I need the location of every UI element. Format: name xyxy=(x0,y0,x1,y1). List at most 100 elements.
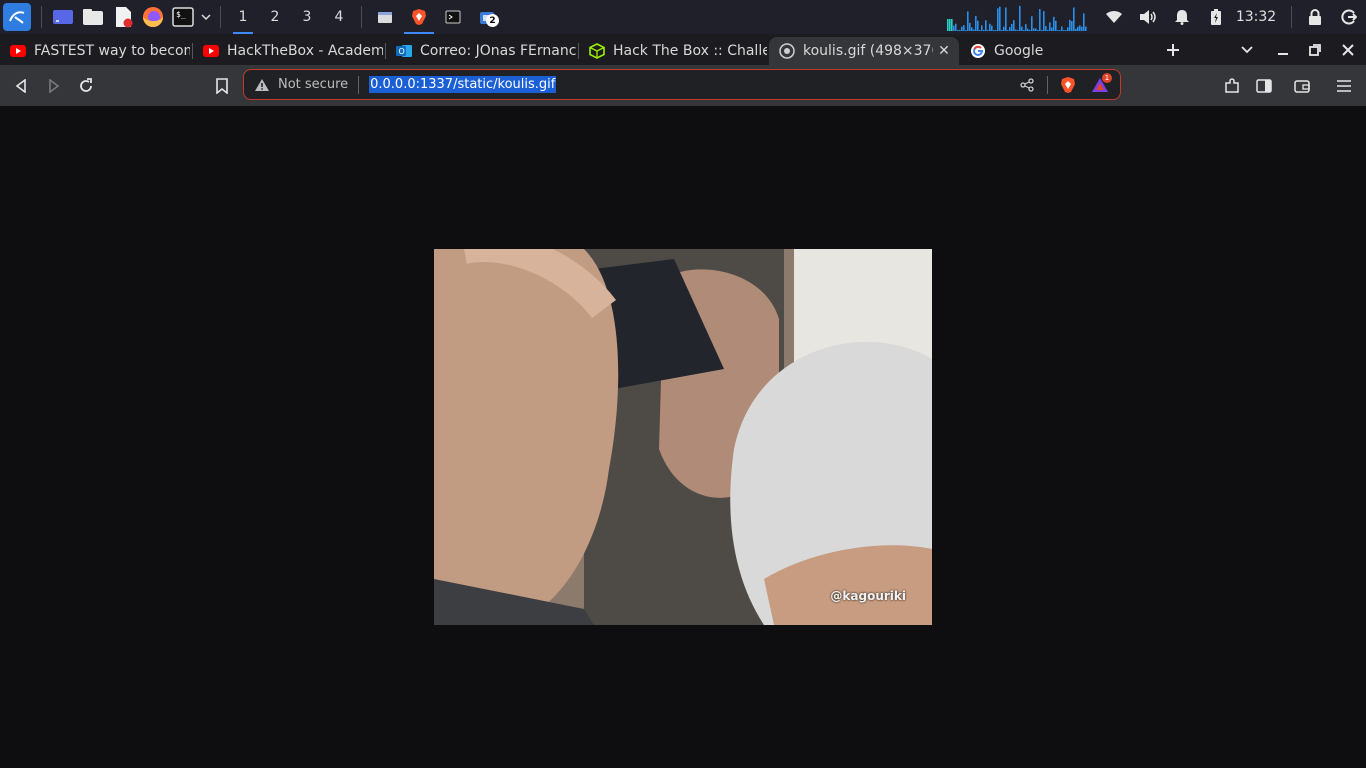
sidebar-button[interactable] xyxy=(1248,65,1280,106)
cpu-graph-bar xyxy=(1059,30,1061,31)
window-button-brave[interactable] xyxy=(402,0,436,34)
cpu-graph-bar xyxy=(1011,24,1013,31)
cpu-graph-bar xyxy=(993,30,995,31)
close-tab-icon[interactable]: ✕ xyxy=(935,43,953,59)
maximize-button[interactable] xyxy=(1298,34,1332,65)
cpu-graph-bar xyxy=(1075,28,1077,31)
bell-icon[interactable] xyxy=(1165,0,1199,34)
logout-icon[interactable] xyxy=(1332,0,1366,34)
gif-watermark: @kagouriki xyxy=(830,589,906,603)
cpu-graph-bar xyxy=(1077,26,1079,31)
youtube-icon xyxy=(10,43,26,59)
taskbar-separator xyxy=(41,6,42,28)
tab-hack-the-box-challenges[interactable]: Hack The Box :: Challen xyxy=(579,37,767,65)
tab-title: Google xyxy=(994,43,1044,59)
page-content: @kagouriki xyxy=(0,106,1366,768)
new-tab-button[interactable] xyxy=(1156,34,1190,65)
tab-title: FASTEST way to becom xyxy=(34,43,190,59)
cpu-graph-bar xyxy=(953,25,955,31)
window-button-files[interactable] xyxy=(368,0,402,34)
reload-button[interactable] xyxy=(70,65,102,106)
text-editor-icon[interactable] xyxy=(112,6,134,28)
window-button-terminal[interactable] xyxy=(436,0,470,34)
cpu-graph-bar xyxy=(1025,24,1027,31)
cpu-graph-bar xyxy=(1061,26,1063,31)
lock-icon[interactable] xyxy=(1298,0,1332,34)
tab-correo[interactable]: O Correo: JOnas FErnanc xyxy=(386,37,576,65)
cpu-graph-bar xyxy=(977,20,979,31)
file-manager-icon[interactable] xyxy=(82,6,104,28)
brave-shields-icon[interactable] xyxy=(1052,70,1084,99)
volume-icon[interactable] xyxy=(1131,0,1165,34)
cpu-graph-bar xyxy=(1019,5,1021,31)
menu-button[interactable] xyxy=(1328,65,1360,106)
cpu-graph-bar xyxy=(963,25,965,31)
terminal-icon[interactable]: $_ xyxy=(172,6,194,28)
htb-icon xyxy=(589,43,605,59)
cpu-graph-bar xyxy=(951,19,953,31)
clock[interactable]: 13:32 xyxy=(1233,9,1279,25)
taskbar-separator xyxy=(220,6,221,28)
tab-google[interactable]: Google xyxy=(960,37,1150,65)
battery-icon[interactable] xyxy=(1199,0,1233,34)
bookmark-button[interactable] xyxy=(206,65,238,106)
taskbar-separator xyxy=(1291,6,1292,28)
cpu-graph-bar xyxy=(1057,30,1059,31)
tab-hackthebox-academy[interactable]: HackTheBox - Academy xyxy=(193,37,383,65)
desktop-icon[interactable] xyxy=(52,6,74,28)
workspace-3[interactable]: 3 xyxy=(291,0,323,34)
cpu-graph-bar xyxy=(969,22,971,31)
chevron-down-icon[interactable] xyxy=(200,6,212,28)
cpu-graph-bar xyxy=(1021,26,1023,31)
cpu-graph-bar xyxy=(983,29,985,31)
system-tray: 13:32 xyxy=(947,0,1366,34)
cpu-graph-bar xyxy=(999,6,1001,31)
kali-menu-icon[interactable] xyxy=(3,3,31,31)
minimize-button[interactable] xyxy=(1266,34,1300,65)
cpu-graph-bar xyxy=(1045,26,1047,31)
tab-title: Correo: JOnas FErnanc xyxy=(420,43,576,59)
cpu-graph-bar xyxy=(947,19,949,31)
cpu-graph-bar xyxy=(1029,30,1031,31)
back-button[interactable] xyxy=(5,65,37,106)
wallet-button[interactable] xyxy=(1286,65,1318,106)
extensions-button[interactable] xyxy=(1216,65,1248,106)
workspace-1[interactable]: 1 xyxy=(227,0,259,34)
tab-fastest[interactable]: FASTEST way to becom xyxy=(0,37,190,65)
tab-koulis-gif[interactable]: koulis.gif (498×376 ✕ xyxy=(769,37,959,65)
workspace-4[interactable]: 4 xyxy=(323,0,355,34)
rewards-count-badge: 1 xyxy=(1102,73,1112,83)
url-text[interactable]: 0.0.0.0:1337/static/koulis.gif xyxy=(369,76,557,93)
cpu-graph-bar xyxy=(1005,7,1007,31)
cpu-graph-bar xyxy=(973,29,975,31)
globe-icon xyxy=(779,43,795,59)
cpu-graph-bar xyxy=(1017,30,1019,31)
gif-image[interactable]: @kagouriki xyxy=(434,249,932,625)
notification-count-badge: 2 xyxy=(486,14,499,27)
brave-rewards-icon[interactable]: 1 xyxy=(1084,70,1116,99)
tab-title: Hack The Box :: Challen xyxy=(613,43,767,59)
share-icon[interactable] xyxy=(1011,70,1043,99)
cpu-graph-bar xyxy=(1055,20,1057,31)
cpu-graph-bar xyxy=(961,26,963,31)
cpu-graph-bar xyxy=(967,11,969,31)
close-window-button[interactable] xyxy=(1331,34,1365,65)
forward-button[interactable] xyxy=(38,65,70,106)
cpu-graph-bar xyxy=(1001,30,1003,31)
workspace-2[interactable]: 2 xyxy=(259,0,291,34)
address-bar[interactable]: Not secure 0.0.0.0:1337/static/koulis.gi… xyxy=(243,69,1121,100)
firefox-icon[interactable] xyxy=(142,6,164,28)
cpu-graph-bar xyxy=(1065,30,1067,31)
cpu-graph-bar xyxy=(959,29,961,31)
security-status-label[interactable]: Not secure xyxy=(278,77,348,92)
cpu-graph-bar xyxy=(1041,29,1043,31)
cpu-graph-bar xyxy=(1009,27,1011,31)
window-button-remote[interactable]: 2 xyxy=(470,0,504,34)
cpu-graph-bar xyxy=(997,8,999,31)
cpu-graph-bar xyxy=(1073,7,1075,31)
cpu-graph-bar xyxy=(1037,30,1039,31)
cpu-graph-bar xyxy=(965,30,967,31)
wifi-icon[interactable] xyxy=(1097,0,1131,34)
tab-search-button[interactable] xyxy=(1230,34,1264,65)
cpu-graph-bar xyxy=(995,30,997,31)
